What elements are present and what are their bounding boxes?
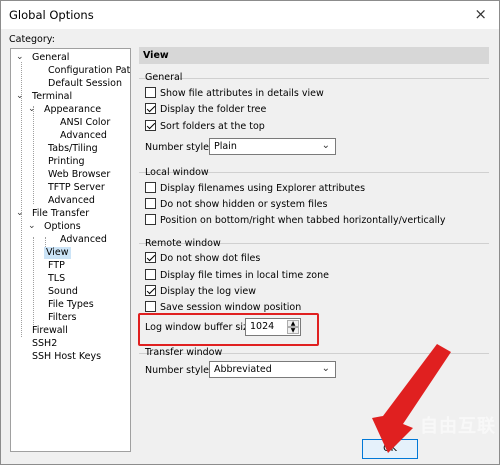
checkbox-label: Position on bottom/right when tabbed hor… bbox=[160, 215, 446, 226]
collapse-icon[interactable]: ⌄ bbox=[16, 91, 24, 101]
checkbox-box[interactable] bbox=[145, 120, 156, 131]
tree-item-appearance-advanced[interactable]: Advanced bbox=[58, 130, 109, 142]
checkbox-label: Display filenames using Explorer attribu… bbox=[160, 183, 366, 194]
tree-item-filters[interactable]: Filters bbox=[46, 312, 78, 324]
checkbox-label: Display the folder tree bbox=[160, 104, 267, 115]
tree-item-general[interactable]: General bbox=[30, 52, 71, 64]
tree-item-appearance[interactable]: Appearance bbox=[42, 104, 103, 116]
select-value: Abbreviated bbox=[214, 364, 272, 375]
chevron-down-icon: ⌄ bbox=[321, 140, 330, 151]
position-bottom-checkbox[interactable]: Position on bottom/right when tabbed hor… bbox=[145, 214, 445, 227]
window-title: Global Options bbox=[9, 8, 94, 22]
display-tree-checkbox[interactable]: Display the folder tree bbox=[145, 103, 266, 116]
transfer-number-style-select[interactable]: Abbreviated ⌄ bbox=[209, 361, 336, 378]
tree-item-file-types[interactable]: File Types bbox=[46, 299, 96, 311]
explorer-attributes-checkbox[interactable]: Display filenames using Explorer attribu… bbox=[145, 182, 365, 195]
tree-item-terminal-advanced[interactable]: Advanced bbox=[46, 195, 97, 207]
tree-connector bbox=[33, 106, 34, 204]
panel-header: View bbox=[139, 47, 489, 64]
tree-item-ssh2[interactable]: SSH2 bbox=[30, 338, 59, 350]
tree-item-options[interactable]: Options bbox=[42, 221, 83, 233]
category-label: Category: bbox=[9, 34, 55, 45]
group-label-local-window: Local window bbox=[145, 167, 209, 178]
tree-item-tabs-tiling[interactable]: Tabs/Tiling bbox=[46, 143, 100, 155]
tree-item-ssh-host-keys[interactable]: SSH Host Keys bbox=[30, 351, 103, 363]
tree-item-options-advanced[interactable]: Advanced bbox=[58, 234, 109, 246]
collapse-icon[interactable]: ⌄ bbox=[16, 52, 24, 62]
checkbox-box[interactable] bbox=[145, 214, 156, 225]
watermark-text: 自由互联 bbox=[420, 416, 496, 437]
checkbox-box[interactable] bbox=[145, 269, 156, 280]
group-divider bbox=[139, 78, 489, 79]
tree-item-printing[interactable]: Printing bbox=[46, 156, 87, 168]
checkbox-label: Save session window position bbox=[160, 302, 302, 313]
tree-item-configuration-paths[interactable]: Configuration Paths bbox=[46, 65, 130, 77]
checkbox-label: Do not show dot files bbox=[160, 253, 261, 264]
tree-item-terminal[interactable]: Terminal bbox=[30, 91, 74, 103]
select-value: Plain bbox=[214, 141, 237, 152]
ok-button[interactable]: OK bbox=[362, 439, 418, 459]
show-attributes-checkbox[interactable]: Show file attributes in details view bbox=[145, 87, 324, 100]
hidden-files-checkbox[interactable]: Do not show hidden or system files bbox=[145, 198, 327, 211]
tree-item-web-browser[interactable]: Web Browser bbox=[46, 169, 112, 181]
red-highlight-box bbox=[138, 313, 319, 346]
checkbox-box[interactable] bbox=[145, 87, 156, 98]
checkbox-label: Display file times in local time zone bbox=[160, 270, 329, 281]
chevron-down-icon: ⌄ bbox=[321, 363, 330, 374]
tree-item-ansi-color[interactable]: ANSI Color bbox=[58, 117, 112, 129]
collapse-icon[interactable]: ⌄ bbox=[28, 104, 36, 114]
tree-item-default-session[interactable]: Default Session bbox=[46, 78, 124, 90]
tree-connector bbox=[33, 237, 34, 325]
tree-item-tls[interactable]: TLS bbox=[46, 273, 67, 285]
group-label-remote-window: Remote window bbox=[145, 238, 221, 249]
global-options-dialog: Global Options × Category: ⌄ General Con… bbox=[0, 0, 500, 465]
dot-files-checkbox[interactable]: Do not show dot files bbox=[145, 252, 260, 265]
collapse-icon[interactable]: ⌄ bbox=[16, 208, 24, 218]
checkbox-label: Display the log view bbox=[160, 286, 257, 297]
checkbox-label: Show file attributes in details view bbox=[160, 88, 324, 99]
sort-folders-checkbox[interactable]: Sort folders at the top bbox=[145, 120, 265, 133]
tree-item-sound[interactable]: Sound bbox=[46, 286, 80, 298]
category-tree[interactable]: ⌄ General Configuration Paths Default Se… bbox=[10, 48, 131, 452]
transfer-number-style-label: Number style: bbox=[145, 365, 213, 376]
checkbox-box[interactable] bbox=[145, 301, 156, 312]
title-bar: Global Options × bbox=[1, 1, 499, 29]
checkbox-label: Sort folders at the top bbox=[160, 121, 265, 132]
close-icon[interactable]: × bbox=[474, 5, 487, 23]
checkbox-box[interactable] bbox=[145, 198, 156, 209]
tree-connector bbox=[21, 62, 22, 337]
checkbox-box[interactable] bbox=[145, 182, 156, 193]
checkbox-box[interactable] bbox=[145, 285, 156, 296]
tree-item-tftp-server[interactable]: TFTP Server bbox=[46, 182, 107, 194]
checkbox-box[interactable] bbox=[145, 103, 156, 114]
local-time-checkbox[interactable]: Display file times in local time zone bbox=[145, 269, 329, 282]
number-style-select[interactable]: Plain ⌄ bbox=[209, 138, 336, 155]
tree-item-firewall[interactable]: Firewall bbox=[30, 325, 70, 337]
tree-item-ftp[interactable]: FTP bbox=[46, 260, 67, 272]
tree-item-view[interactable]: View bbox=[44, 247, 71, 259]
checkbox-label: Do not show hidden or system files bbox=[160, 199, 328, 210]
group-label-transfer-window: Transfer window bbox=[145, 347, 223, 358]
tree-item-file-transfer[interactable]: File Transfer bbox=[30, 208, 91, 220]
checkbox-box[interactable] bbox=[145, 252, 156, 263]
number-style-label: Number style: bbox=[145, 142, 213, 153]
group-label-general: General bbox=[145, 72, 183, 83]
log-view-checkbox[interactable]: Display the log view bbox=[145, 285, 256, 298]
collapse-icon[interactable]: ⌄ bbox=[28, 221, 36, 231]
